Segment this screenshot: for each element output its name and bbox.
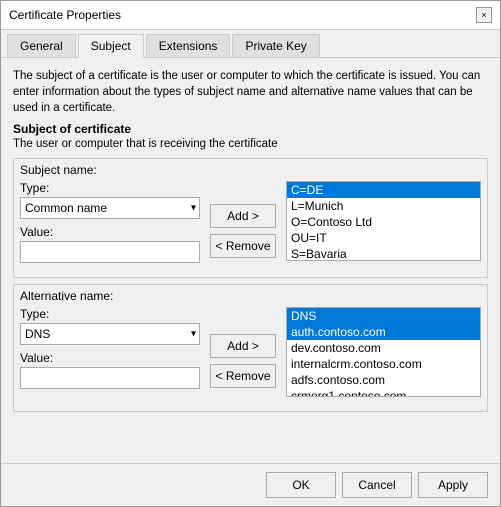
close-button[interactable]: ×	[476, 7, 492, 23]
subject-of-cert-label: Subject of certificate	[13, 122, 488, 136]
alt-panels: Type: DNS Email IP URI Value: Add > <	[20, 307, 481, 397]
alt-name-group: Alternative name: Type: DNS Email IP URI…	[13, 284, 488, 412]
tab-private-key[interactable]: Private Key	[232, 34, 319, 57]
tab-bar: General Subject Extensions Private Key	[1, 30, 500, 58]
list-item[interactable]: C=DE	[287, 182, 480, 198]
list-item[interactable]: S=Bavaria	[287, 246, 480, 261]
tab-content: The subject of a certificate is the user…	[1, 58, 500, 463]
title-bar-buttons: ×	[476, 7, 492, 23]
certificate-properties-dialog: Certificate Properties × General Subject…	[0, 0, 501, 507]
alt-remove-button[interactable]: < Remove	[210, 364, 276, 388]
tab-extensions[interactable]: Extensions	[146, 34, 231, 57]
subject-name-title: Subject name:	[20, 163, 481, 177]
dialog-footer: OK Cancel Apply	[1, 463, 500, 506]
subject-list[interactable]: C=DE L=Munich O=Contoso Ltd OU=IT S=Bava…	[286, 181, 481, 261]
list-item[interactable]: adfs.contoso.com	[287, 372, 480, 388]
subject-value-input[interactable]	[20, 241, 200, 263]
subject-add-button[interactable]: Add >	[210, 204, 276, 228]
tab-subject[interactable]: Subject	[78, 34, 144, 58]
alt-list[interactable]: DNS auth.contoso.com dev.contoso.com int…	[286, 307, 481, 397]
list-item[interactable]: auth.contoso.com	[287, 324, 480, 340]
list-item[interactable]: O=Contoso Ltd	[287, 214, 480, 230]
ok-button[interactable]: OK	[266, 472, 336, 498]
type-select-wrapper: Common name Country Locality Organizatio…	[20, 197, 200, 219]
alt-name-title: Alternative name:	[20, 289, 481, 303]
dialog-title: Certificate Properties	[9, 8, 121, 22]
list-item[interactable]: L=Munich	[287, 198, 480, 214]
subject-sub-label: The user or computer that is receiving t…	[13, 138, 488, 150]
type-label: Type:	[20, 181, 200, 195]
alt-value-label: Value:	[20, 351, 200, 365]
alt-left-panel: Type: DNS Email IP URI Value:	[20, 307, 200, 397]
tab-general[interactable]: General	[7, 34, 76, 57]
alt-type-select-wrapper: DNS Email IP URI	[20, 323, 200, 345]
type-select[interactable]: Common name Country Locality Organizatio…	[20, 197, 200, 219]
value-label: Value:	[20, 225, 200, 239]
alt-type-select[interactable]: DNS Email IP URI	[20, 323, 200, 345]
subject-right-panel: C=DE L=Munich O=Contoso Ltd OU=IT S=Bava…	[286, 181, 481, 263]
list-item[interactable]: internalcrm.contoso.com	[287, 356, 480, 372]
alt-value-input[interactable]	[20, 367, 200, 389]
cancel-button[interactable]: Cancel	[342, 472, 412, 498]
list-item[interactable]: OU=IT	[287, 230, 480, 246]
subject-center-panel: Add > < Remove	[208, 181, 278, 263]
alt-type-label: Type:	[20, 307, 200, 321]
subject-name-group: Subject name: Type: Common name Country …	[13, 158, 488, 278]
alt-add-button[interactable]: Add >	[210, 334, 276, 358]
alt-right-panel: DNS auth.contoso.com dev.contoso.com int…	[286, 307, 481, 397]
alt-center-panel: Add > < Remove	[208, 307, 278, 397]
list-item[interactable]: dev.contoso.com	[287, 340, 480, 356]
description-text: The subject of a certificate is the user…	[13, 68, 488, 116]
title-bar: Certificate Properties ×	[1, 1, 500, 30]
list-item[interactable]: crmorg1.contoso.com	[287, 388, 480, 397]
subject-remove-button[interactable]: < Remove	[210, 234, 276, 258]
subject-left-panel: Type: Common name Country Locality Organ…	[20, 181, 200, 263]
apply-button[interactable]: Apply	[418, 472, 488, 498]
list-item[interactable]: DNS	[287, 308, 480, 324]
subject-panels: Type: Common name Country Locality Organ…	[20, 181, 481, 263]
